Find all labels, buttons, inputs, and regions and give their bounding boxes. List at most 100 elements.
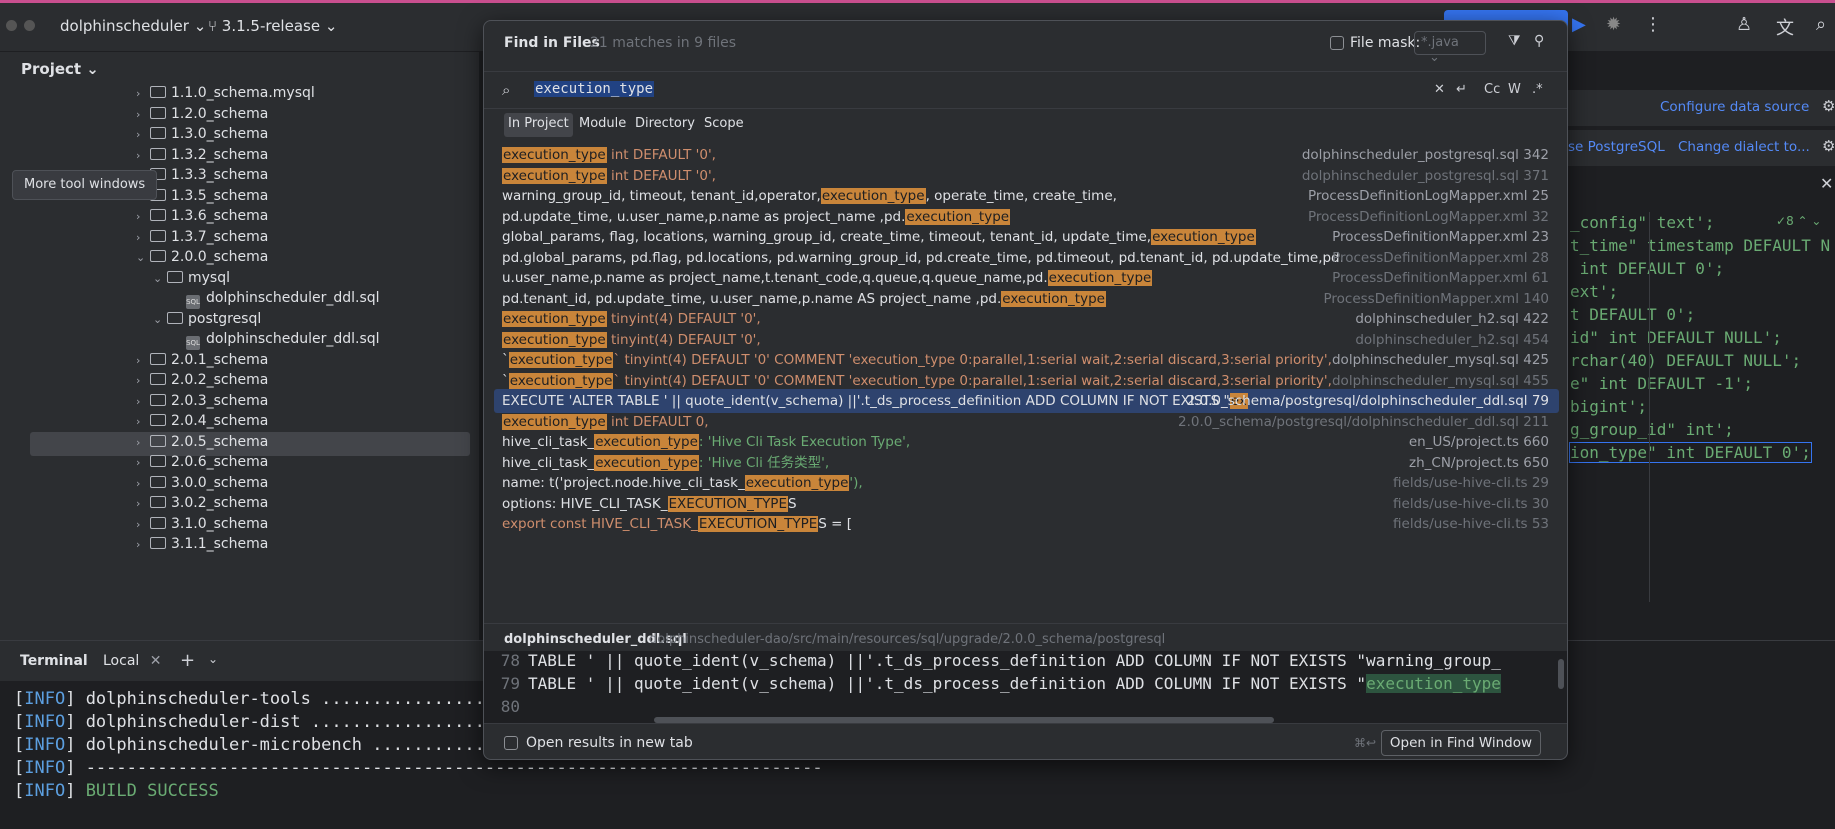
chevron-down-icon[interactable]: ⌄ <box>136 246 150 270</box>
change-dialect-link[interactable]: Change dialect to... <box>1678 139 1810 155</box>
dialect-text[interactable]: se PostgreSQL <box>1568 139 1665 155</box>
result-pre: ` <box>502 352 509 368</box>
result-post: tinyint(4) DEFAULT '0', <box>606 311 761 327</box>
gear-icon[interactable]: ⚙ <box>1822 137 1835 155</box>
editor-guide <box>1649 212 1650 602</box>
clear-icon[interactable]: ✕ <box>1434 82 1445 97</box>
tree-item-label: 1.3.7_schema <box>171 228 269 245</box>
filter-icon[interactable]: ⧩ <box>1508 33 1521 49</box>
tree-item-label: 1.3.6_schema <box>171 208 269 224</box>
result-post: '), <box>849 475 863 491</box>
folder-icon <box>150 455 166 467</box>
tree-item-label: dolphinscheduler_ddl.sql <box>206 290 380 306</box>
folder-icon <box>150 352 166 365</box>
result-row[interactable]: export const HIVE_CLI_TASK_EXECUTION_TYP… <box>494 512 1559 536</box>
result-code: export const HIVE_CLI_TASK_EXECUTION_TYP… <box>502 512 852 536</box>
gear-icon[interactable]: ⚙ <box>1822 97 1835 115</box>
file-mask-label: File mask: <box>1350 35 1421 51</box>
open-in-find-window-button[interactable]: Open in Find Window <box>1381 730 1541 756</box>
chevron-down-icon[interactable]: ⌄ <box>153 267 167 291</box>
log-level: INFO <box>24 712 66 732</box>
code-line: ext'; <box>1570 282 1619 301</box>
chevron-right-icon[interactable]: › <box>136 533 150 557</box>
project-switcher[interactable]: dolphinscheduler ⌄ <box>60 17 206 35</box>
translate-icon[interactable]: 文 <box>1776 14 1794 40</box>
preview-editor[interactable]: 78 TABLE ' || quote_ident(v_schema) ||'.t… <box>484 651 1567 723</box>
folder-icon <box>150 496 166 508</box>
tree-item[interactable]: › 3.1.1_schema <box>136 532 268 556</box>
file-mask-input[interactable]: *.java ⌄ <box>1414 31 1486 65</box>
tab-in-project[interactable]: In Project <box>504 113 573 137</box>
vertical-scrollbar[interactable] <box>1558 659 1564 689</box>
find-in-files-dialog: Find in Files 21 matches in 9 files File… <box>483 20 1568 760</box>
regex-toggle[interactable]: .* <box>1532 82 1543 97</box>
tree-item-label: 3.1.1_schema <box>171 536 269 552</box>
project-panel-header[interactable]: Project ⌄ <box>21 60 99 78</box>
branch-name: 3.1.5-release <box>221 17 321 35</box>
code-line: id" int DEFAULT NULL'; <box>1570 328 1782 347</box>
terminal-line: [INFO] dolphinscheduler-tools ..........… <box>14 689 526 709</box>
folder-icon <box>150 127 166 139</box>
terminal-line: [INFO] dolphinscheduler-dist ...........… <box>14 712 526 732</box>
debug-icon[interactable]: ✹ <box>1606 14 1621 35</box>
result-match: execution_type <box>594 454 699 471</box>
log-text: BUILD SUCCESS <box>75 781 219 801</box>
tree-item-label: 2.0.5_schema <box>171 433 269 450</box>
result-file: fields/use-hive-cli.ts 53 <box>1393 516 1549 532</box>
terminal-line: [INFO] ---------------------------------… <box>14 758 823 778</box>
tree-item-label: 1.3.3_schema <box>171 167 269 183</box>
open-new-tab-checkbox[interactable] <box>504 736 518 750</box>
run-icon[interactable]: ▶ <box>1572 14 1586 35</box>
code-line: rchar(40) DEFAULT NULL'; <box>1570 351 1802 370</box>
chevron-down-icon[interactable]: ⌄ <box>208 652 218 666</box>
folder-icon <box>150 393 166 406</box>
log-level: INFO <box>24 781 66 801</box>
file-mask-checkbox[interactable] <box>1330 36 1344 50</box>
add-icon[interactable]: + <box>180 650 195 671</box>
preview-file-path: dolphinscheduler-dao/src/main/resources/… <box>649 632 1166 647</box>
match-case-toggle[interactable]: Cc <box>1484 82 1500 97</box>
account-icon[interactable]: ♙ <box>1736 14 1752 35</box>
terminal-line: [INFO] BUILD SUCCESS <box>14 781 219 801</box>
new-line-icon[interactable]: ↵ <box>1456 82 1467 97</box>
search-everywhere-icon[interactable]: ⌕ <box>1816 14 1826 35</box>
result-pre: hive_cli_task_ <box>502 454 595 471</box>
result-match: execution_type <box>905 208 1011 225</box>
results-list: execution_type int DEFAULT '0', dolphinsc… <box>484 143 1567 611</box>
preview-code: TABLE ' || quote_ident(v_schema) ||'.t_d… <box>528 674 1367 693</box>
folder-icon <box>150 229 166 242</box>
result-post: : 'Hive Cli 任务类型', <box>698 454 830 471</box>
folder-icon <box>150 475 166 488</box>
code-line: e" int DEFAULT -1'; <box>1570 374 1754 393</box>
search-input[interactable]: execution_type <box>534 81 655 97</box>
close-icon[interactable]: ✕ <box>150 653 162 669</box>
line-number: 78 <box>500 651 520 670</box>
close-icon[interactable]: ✕ <box>1820 174 1833 193</box>
folder-icon <box>150 434 166 447</box>
line-number: 80 <box>500 697 520 716</box>
tab-scope[interactable]: Scope <box>700 113 748 137</box>
whole-words-toggle[interactable]: W <box>1508 82 1521 97</box>
tree-item-label: 2.0.0_schema <box>171 249 269 265</box>
chevron-down-icon[interactable]: ⌄ <box>153 308 167 332</box>
tab-module[interactable]: Module <box>575 113 630 137</box>
log-level: INFO <box>24 735 66 755</box>
result-post: S = [ <box>818 516 853 532</box>
preview-match: execution_type <box>1366 674 1501 693</box>
pin-icon[interactable]: ⚲ <box>1534 33 1544 49</box>
window-control[interactable] <box>6 20 17 31</box>
terminal-tab-local[interactable]: Local ✕ <box>103 653 161 669</box>
branch-switcher[interactable]: ⑂ 3.1.5-release ⌄ <box>208 17 337 35</box>
log-level: INFO <box>24 689 66 709</box>
configure-datasource-link[interactable]: Configure data source <box>1660 99 1809 115</box>
result-match: EXECUTION_TYPE <box>667 495 788 512</box>
warnings-indicator[interactable]: ✓8 ⌃ ⌄ <box>1776 214 1821 228</box>
more-icon[interactable]: ⋮ <box>1644 14 1662 35</box>
dialog-title: Find in Files <box>504 35 600 51</box>
tab-directory[interactable]: Directory <box>631 113 699 137</box>
result-match: execution_type <box>508 372 614 389</box>
tree-item-label: dolphinscheduler_ddl.sql <box>206 331 380 347</box>
result-post: ` tinyint(4) DEFAULT '0' COMMENT 'execut… <box>613 372 1332 389</box>
open-new-tab-label: Open results in new tab <box>526 735 693 751</box>
window-control[interactable] <box>24 20 35 31</box>
